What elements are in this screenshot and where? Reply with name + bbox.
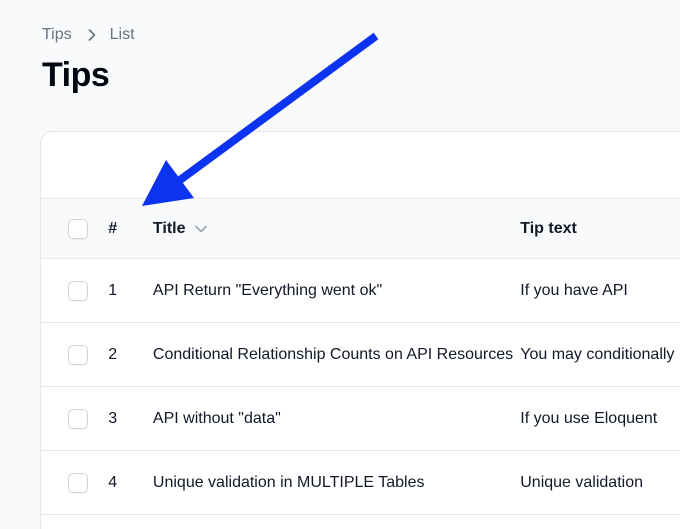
row-tip-text: Unique validation — [520, 473, 643, 491]
column-header-title: Title — [152, 219, 186, 237]
row-checkbox[interactable] — [68, 280, 88, 301]
row-number: 4 — [108, 473, 118, 491]
table-row[interactable]: 2 Conditional Relationship Counts on API… — [41, 323, 680, 387]
table-header: # Title Tip text — [41, 199, 680, 259]
row-tip-text: If you have API — [520, 281, 628, 299]
row-title: API without "data" — [152, 409, 281, 427]
row-number: 1 — [108, 281, 118, 299]
table-row[interactable]: 1 API Return "Everything went ok" If you… — [41, 259, 680, 323]
breadcrumb: Tips List — [42, 26, 135, 44]
tips-table-card: # Title Tip text 1 API Return "Everythin… — [40, 131, 680, 529]
table-row[interactable]: 4 Unique validation in MULTIPLE Tables U… — [41, 451, 680, 515]
column-header-tip-text: Tip text — [520, 219, 577, 237]
table-row[interactable]: 3 API without "data" If you use Eloquent — [41, 387, 680, 451]
page-title: Tips — [42, 56, 110, 94]
row-tip-text: You may conditionally — [520, 345, 675, 363]
row-checkbox[interactable] — [68, 472, 88, 493]
row-title: Conditional Relationship Counts on API R… — [152, 345, 514, 363]
row-number: 2 — [108, 345, 118, 363]
row-checkbox[interactable] — [68, 344, 88, 365]
row-title: Unique validation in MULTIPLE Tables — [152, 473, 425, 491]
row-checkbox[interactable] — [68, 408, 88, 429]
row-title: API Return "Everything went ok" — [152, 281, 383, 299]
row-number: 3 — [108, 409, 118, 427]
table-toolbar — [41, 132, 680, 199]
column-header-number: # — [108, 219, 118, 237]
breadcrumb-item-list: List — [109, 26, 135, 43]
column-header-title-sort[interactable]: Title — [153, 220, 520, 238]
chevron-down-icon — [194, 225, 207, 233]
select-all-checkbox[interactable] — [68, 218, 88, 239]
row-tip-text: If you use Eloquent — [520, 409, 658, 427]
chevron-right-icon — [88, 29, 96, 41]
breadcrumb-item-tips[interactable]: Tips — [42, 26, 72, 44]
